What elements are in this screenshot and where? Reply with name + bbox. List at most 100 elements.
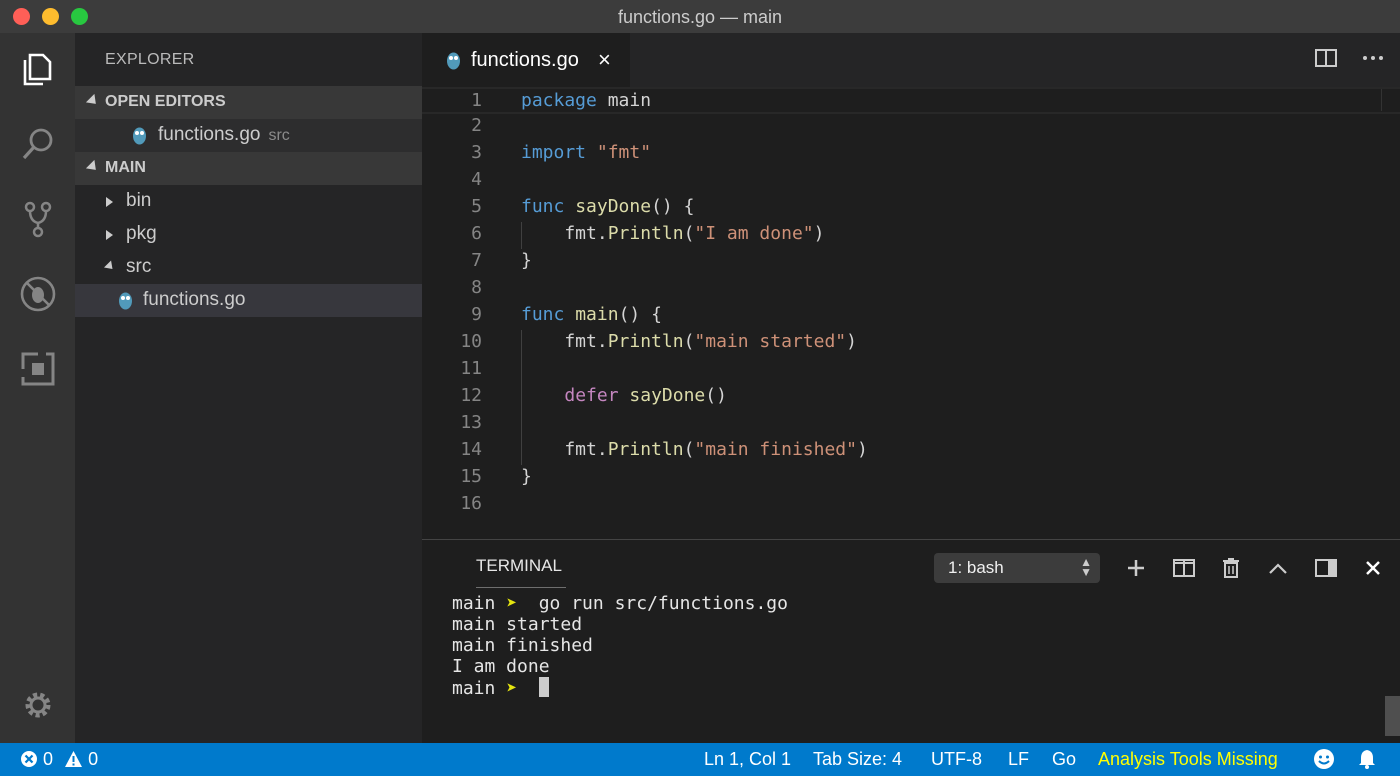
open-editors-header[interactable]: OPEN EDITORS [75,86,422,119]
search-icon[interactable] [16,122,60,166]
prompt-arrow-icon: ➤ [506,593,528,614]
code-line[interactable]: 8 [422,276,1400,303]
line-number: 7 [471,250,482,271]
open-editor-filename: functions.go [158,124,261,145]
active-tab-indicator [476,587,566,588]
tree-item-functions-go[interactable]: functions.go [75,284,422,317]
terminal-select-value: 1: bash [948,558,1004,577]
new-terminal-icon[interactable] [1123,554,1149,582]
code-line[interactable]: 14 fmt.Println("main finished") [422,438,1400,465]
go-file-icon [133,127,146,145]
terminal-scrollbar[interactable] [1385,696,1400,736]
code-line[interactable]: 7} [422,249,1400,276]
terminal-line: main finished [452,635,788,656]
code-line[interactable]: 16 [422,492,1400,519]
code-line[interactable]: 9 func main() { [422,303,1400,330]
terminal-line: main ➤ go run src/functions.go [452,593,788,614]
editor-tab-bar: functions.go × [422,33,1400,87]
code-line[interactable]: 12 defer sayDone() [422,384,1400,411]
terminal-cursor [538,677,549,697]
collapse-arrow-icon [85,93,101,109]
line-code: fmt.Println("I am done") [521,223,825,244]
tree-item-label: pkg [126,223,157,244]
code-line[interactable]: 6 fmt.Println("I am done") [422,222,1400,249]
code-line[interactable]: 4 [422,168,1400,195]
line-number: 14 [460,439,482,460]
explorer-icon[interactable] [16,47,60,91]
toggle-panel-position-icon[interactable] [1313,554,1339,582]
chevron-right-icon [106,197,113,207]
tree-item-src[interactable]: src [75,251,422,284]
terminal-line: main started [452,614,788,635]
close-panel-icon[interactable] [1360,554,1386,582]
main-folder-header[interactable]: MAIN [75,152,422,185]
code-line[interactable]: 3 import "fmt" [422,141,1400,168]
encoding[interactable]: UTF-8 [931,749,982,770]
code-line[interactable]: 10 fmt.Println("main started") [422,330,1400,357]
code-line[interactable]: 2 [422,114,1400,141]
source-control-icon[interactable] [16,197,60,241]
tab-functions-go[interactable]: functions.go × [422,33,630,87]
code-line[interactable]: 15} [422,465,1400,492]
extensions-icon[interactable] [16,347,60,391]
line-code: package main [521,90,652,111]
collapse-arrow-icon [85,159,101,175]
kill-terminal-trash-icon[interactable] [1218,554,1244,582]
line-number: 9 [471,304,482,325]
terminal-text: main started [452,614,583,635]
notifications-bell-icon[interactable] [1356,748,1378,775]
line-number: 4 [471,169,482,190]
cursor-position[interactable]: Ln 1, Col 1 [704,749,791,770]
main-folder-label: MAIN [105,159,146,176]
prompt-dir: main [452,678,507,699]
terminal-output[interactable]: main ➤ go run src/functions.go main start… [452,593,788,699]
code-line[interactable]: 5 func sayDone() { [422,195,1400,222]
split-terminal-icon[interactable] [1171,554,1197,582]
terminal-line: main ➤ [452,677,788,699]
split-editor-icon[interactable] [1313,47,1339,73]
debug-icon[interactable] [16,272,60,316]
line-number: 15 [460,466,482,487]
code-editor[interactable]: 1 package main 2 3 import "fmt" 4 5 func sayDon… [422,87,1400,539]
line-code: func main() { [521,304,662,325]
code-line[interactable]: 13 [422,411,1400,438]
chevron-down-icon [103,260,117,273]
indent-guide [521,222,522,249]
terminal-panel: TERMINAL 1: bash ▲ ▼ main ➤ go run src/fu… [422,539,1400,743]
explorer-sidebar: EXPLORER OPEN EDITORS functions.go src MA… [75,33,422,743]
line-number: 1 [471,90,482,111]
terminal-select[interactable]: 1: bash ▲ ▼ [934,553,1100,583]
warning-icon [65,751,83,767]
go-file-icon [119,292,132,310]
maximize-panel-chevron-up-icon[interactable] [1265,554,1291,582]
analysis-tools-warning[interactable]: Analysis Tools Missing [1098,749,1278,770]
line-code: func sayDone() { [521,196,695,217]
code-line[interactable]: 1 package main [422,87,1400,114]
terminal-text: I am done [452,656,550,677]
select-arrows-icon: ▲ ▼ [1080,555,1092,579]
tab-terminal[interactable]: TERMINAL [476,556,562,576]
prompt-arrow-icon: ➤ [506,678,528,699]
line-number: 8 [471,277,482,298]
tab-close-icon[interactable]: × [598,47,611,73]
line-number: 11 [460,358,482,379]
sidebar-title: EXPLORER [105,51,195,68]
tab-size[interactable]: Tab Size: 4 [813,749,902,770]
open-editor-item[interactable]: functions.go src [75,119,422,152]
code-line[interactable]: 11 [422,357,1400,384]
tree-item-bin[interactable]: bin [75,185,422,218]
language-mode[interactable]: Go [1052,749,1076,770]
more-actions-icon[interactable] [1360,47,1386,73]
tree-item-label: src [126,256,152,277]
settings-gear-icon[interactable] [16,683,60,727]
status-bar: 0 0 Ln 1, Col 1 Tab Size: 4 UTF-8 LF Go … [0,743,1400,776]
open-editors-label: OPEN EDITORS [105,93,226,110]
open-editor-folder: src [268,127,290,144]
line-ending[interactable]: LF [1008,749,1029,770]
feedback-smiley-icon[interactable] [1313,748,1335,775]
tree-item-pkg[interactable]: pkg [75,218,422,251]
problems-indicator[interactable]: 0 0 [20,749,98,770]
line-number: 5 [471,196,482,217]
terminal-text: go run src/functions.go [527,593,788,614]
